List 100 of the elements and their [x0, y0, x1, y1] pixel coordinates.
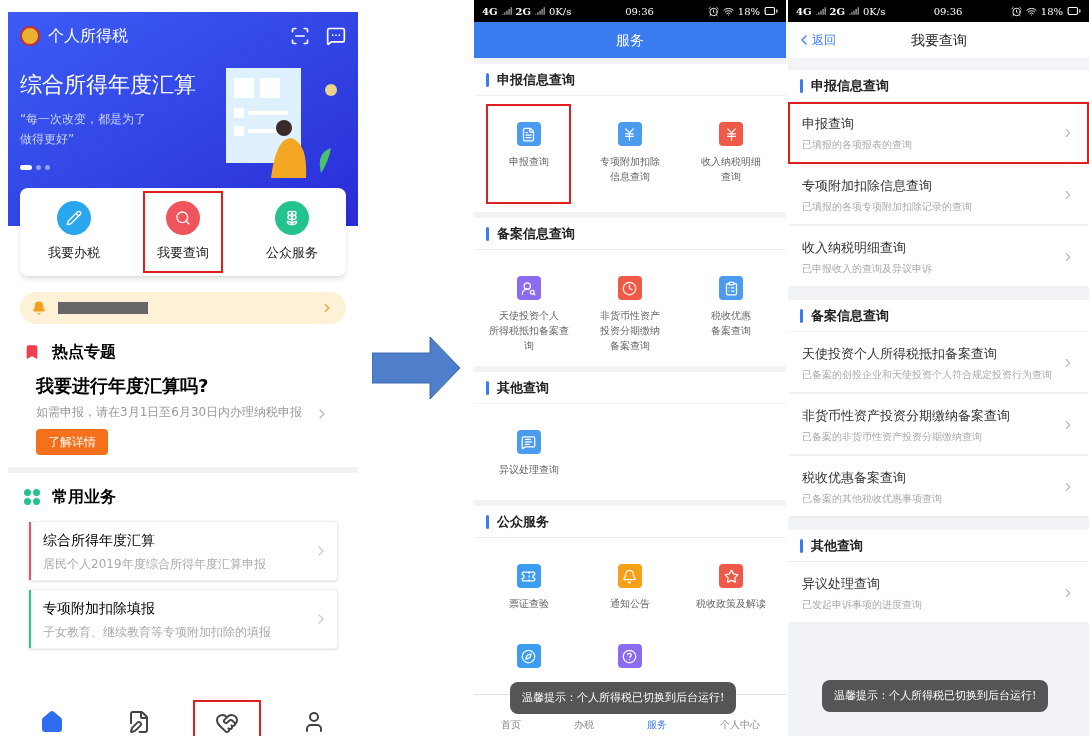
- item-title: 非货币性资产投资分期缴纳备案查询: [802, 406, 1011, 425]
- query-list-item[interactable]: 申报查询 已填报的各项报表的查询: [788, 102, 1089, 164]
- yen-document-icon: [618, 122, 642, 146]
- item-subtitle: 已申报收入的查询及异议申诉: [802, 262, 933, 277]
- quick-action[interactable]: 我要办税: [34, 191, 115, 273]
- list-search-icon: [719, 276, 744, 300]
- card-subtitle: 子女教育、继续教育等专项附加扣除的填报: [43, 623, 272, 641]
- tab-button[interactable]: 个人中心: [719, 717, 760, 732]
- bookmark-icon: [24, 344, 40, 360]
- service-card[interactable]: 专项附加扣除填报 子女教育、继续教育等专项附加扣除的填报: [28, 589, 338, 649]
- section-heading: 申报信息查询: [497, 70, 575, 89]
- item-subtitle: 已备案的创投企业和天使投资个人符合规定投资行为查询: [802, 368, 1053, 383]
- service-tile[interactable]: 专项附加扣除 信息查询: [579, 104, 681, 204]
- carousel-dot[interactable]: [36, 165, 41, 170]
- tab-button[interactable]: 办税: [573, 717, 594, 732]
- bell-icon: [618, 564, 642, 588]
- tab-button[interactable]: 首页: [500, 717, 521, 732]
- section-marker: [800, 538, 803, 553]
- search-icon: [166, 201, 200, 236]
- alarm-icon: [1010, 5, 1022, 17]
- scan-icon[interactable]: [290, 26, 310, 46]
- section-heading: 公众服务: [497, 512, 549, 531]
- network-label: 4G: [482, 4, 498, 19]
- service-tile[interactable]: 收入纳税明细 查询: [680, 104, 782, 204]
- wifi-icon: [722, 5, 734, 17]
- service-tile[interactable]: 天使投资个人 所得税抵扣备案查 询: [478, 258, 580, 358]
- item-subtitle: 已填报的各项报表的查询: [802, 138, 913, 153]
- topic-subtitle: 如需申报，请在3月1日至6月30日内办理纳税申报: [36, 404, 303, 421]
- speed-text: 0K/s: [863, 4, 886, 19]
- item-title: 收入纳税明细查询: [802, 238, 907, 257]
- tab-button[interactable]: [192, 700, 261, 736]
- service-tile[interactable]: 税收政策及解读: [680, 546, 782, 626]
- toast-message: 温馨提示：个人所得税已切换到后台运行!: [822, 679, 1049, 712]
- quick-action[interactable]: 我要查询: [143, 191, 223, 273]
- clock-text: 09:36: [625, 4, 654, 19]
- battery-text: 18%: [737, 4, 760, 19]
- ticket-icon: [516, 564, 541, 588]
- item-title: 异议处理查询: [802, 574, 881, 593]
- compass-icon: [516, 644, 541, 668]
- query-list-item[interactable]: 专项附加扣除信息查询 已填报的各项专项附加扣除记录的查询: [788, 164, 1089, 226]
- network-label: 2G: [515, 4, 531, 19]
- card-subtitle: 居民个人2019年度综合所得年度汇算申报: [43, 555, 267, 573]
- screen-title: 我要查询: [910, 30, 967, 50]
- query-list-item[interactable]: 收入纳税明细查询 已申报收入的查询及异议申诉: [788, 226, 1089, 288]
- service-card[interactable]: 综合所得年度汇算 居民个人2019年度综合所得年度汇算申报: [28, 521, 338, 581]
- tab-button[interactable]: 服务: [646, 717, 667, 732]
- signal-icon: [535, 6, 545, 16]
- document-icon: [516, 122, 541, 146]
- clover-icon: [24, 489, 40, 505]
- yen-shield-icon: [719, 122, 744, 146]
- signal-icon: [849, 6, 859, 16]
- service-tile[interactable]: 非货币性资产 投资分期缴纳 备案查询: [579, 258, 681, 358]
- item-title: 申报查询: [802, 114, 855, 133]
- quick-action[interactable]: 公众服务: [251, 191, 332, 273]
- network-label: 4G: [796, 4, 812, 19]
- item-subtitle: 已备案的非货币性资产投资分期缴纳查询: [802, 430, 983, 445]
- section-heading: 其他查询: [497, 378, 549, 397]
- service-tile[interactable]: 通知公告: [579, 546, 681, 626]
- right-arrow-icon: [372, 337, 460, 399]
- query-list-item[interactable]: 税收优惠备案查询 已备案的其他税收优惠事项查询: [788, 456, 1089, 518]
- service-tile[interactable]: 异议处理查询: [478, 412, 580, 492]
- carousel-dot[interactable]: [45, 165, 50, 170]
- section-heading: 常用业务: [52, 486, 116, 508]
- signal-icon: [501, 6, 512, 16]
- battery-icon: [764, 4, 778, 18]
- heart-hands-icon: [214, 711, 239, 735]
- chat-document-icon: [516, 430, 541, 454]
- query-list-item[interactable]: 非货币性资产投资分期缴纳备案查询 已备案的非货币性资产投资分期缴纳查询: [788, 394, 1089, 456]
- star-document-icon: [719, 564, 744, 588]
- item-subtitle: 已发起申诉事项的进度查询: [802, 598, 923, 613]
- section-heading: 热点专题: [52, 341, 116, 363]
- clock-text: 09:36: [933, 4, 963, 19]
- section-marker: [800, 308, 803, 323]
- query-list-item[interactable]: 天使投资个人所得税抵扣备案查询 已备案的创投企业和天使投资个人符合规定投资行为查询: [788, 332, 1089, 394]
- section-heading: 备案信息查询: [811, 306, 889, 325]
- question-icon: [618, 644, 642, 668]
- app-title: 个人所得税: [48, 25, 128, 47]
- alarm-icon: [707, 5, 719, 17]
- screen-title: 服务: [616, 30, 644, 50]
- emblem-icon: [20, 26, 40, 46]
- item-title: 专项附加扣除信息查询: [802, 176, 933, 195]
- query-list-item[interactable]: 异议处理查询 已发起申诉事项的进度查询: [788, 562, 1089, 624]
- service-tile[interactable]: 税收优惠 备案查询: [680, 258, 782, 358]
- service-tile[interactable]: 申报查询: [486, 104, 572, 204]
- network-label: 2G: [829, 4, 845, 19]
- section-heading: 其他查询: [811, 536, 863, 555]
- bell-icon: [32, 301, 46, 315]
- section-marker: [800, 78, 803, 93]
- notice-bar[interactable]: [20, 292, 346, 324]
- speed-text: 0K/s: [549, 4, 572, 19]
- message-icon[interactable]: [326, 26, 346, 46]
- back-button[interactable]: 返回: [796, 31, 836, 49]
- toast-message: 温馨提示：个人所得税已切换到后台运行!: [510, 681, 737, 714]
- home-icon: [39, 710, 64, 734]
- service-tile[interactable]: 票证查验: [478, 546, 580, 626]
- item-title: 税收优惠备案查询: [802, 468, 907, 487]
- card-title: 专项附加扣除填报: [43, 598, 156, 618]
- banner-title: 综合所得年度汇算: [20, 71, 196, 99]
- signal-icon: [815, 6, 826, 16]
- item-subtitle: 已填报的各项专项附加扣除记录的查询: [802, 200, 973, 215]
